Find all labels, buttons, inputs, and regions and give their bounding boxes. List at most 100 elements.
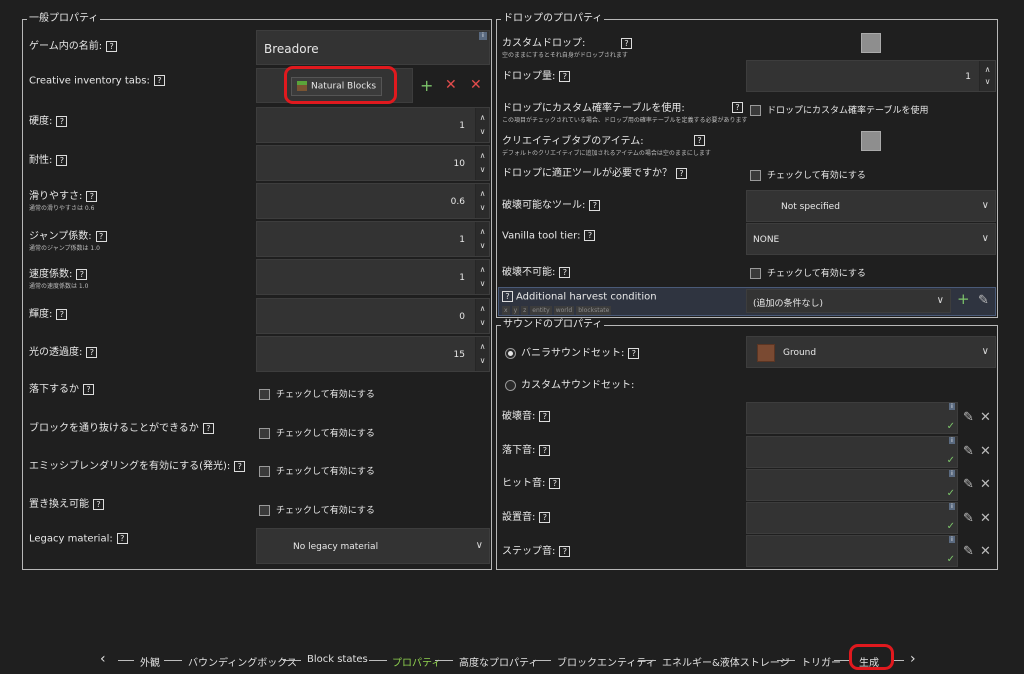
nav-step-appearance[interactable]: 外観: [140, 654, 160, 669]
help-icon[interactable]: ?: [106, 40, 118, 52]
spinner-arrows[interactable]: ∧ ∨: [979, 61, 995, 91]
emissive-checkbox[interactable]: チェックして有効にする: [259, 464, 375, 477]
add-icon[interactable]: +: [957, 292, 970, 307]
help-icon[interactable]: ?: [628, 347, 640, 359]
info-icon: i: [949, 403, 955, 410]
spinner-arrows[interactable]: ∧ ∨: [475, 337, 489, 371]
help-icon[interactable]: ?: [539, 410, 551, 422]
help-icon[interactable]: ?: [56, 308, 68, 320]
edit-icon[interactable]: ✎: [963, 445, 974, 458]
nav-step-advanced-properties[interactable]: 高度なプロパティ: [459, 654, 538, 669]
help-icon[interactable]: ?: [234, 460, 246, 472]
help-icon[interactable]: ?: [93, 498, 104, 510]
speed-spinner[interactable]: 1 ∧ ∨: [256, 259, 490, 295]
legacy-material-dropdown[interactable]: No legacy material ∨: [256, 528, 490, 564]
drop-properties-legend: ドロップのプロパティ: [503, 13, 603, 24]
remove-icon[interactable]: ✕: [445, 78, 457, 92]
nav-separator: [638, 660, 656, 661]
requires-tool-checkbox[interactable]: チェックして有効にする: [750, 168, 866, 181]
tier-dropdown[interactable]: NONE ∨: [746, 223, 996, 255]
break-sound-field[interactable]: i ✓: [746, 402, 958, 434]
help-icon[interactable]: ?: [56, 154, 68, 166]
hardness-spinner[interactable]: 1 ∧ ∨: [256, 107, 490, 143]
help-icon[interactable]: ?: [549, 477, 561, 489]
edit-icon[interactable]: ✎: [963, 478, 974, 491]
help-icon[interactable]: ?: [559, 70, 571, 82]
passable-checkbox[interactable]: チェックして有効にする: [259, 426, 375, 439]
custom-drop-slot[interactable]: [861, 33, 881, 53]
help-icon[interactable]: ?: [83, 383, 94, 395]
help-icon[interactable]: ?: [559, 545, 571, 557]
vanilla-sound-dropdown[interactable]: Ground ∨: [746, 336, 996, 368]
spinner-arrows[interactable]: ∧ ∨: [475, 299, 489, 333]
place-sound-field[interactable]: i ✓: [746, 502, 958, 534]
help-icon[interactable]: ?: [621, 38, 632, 49]
clear-icon[interactable]: ✕: [980, 545, 991, 558]
help-icon[interactable]: ?: [589, 199, 601, 211]
clear-icon[interactable]: ✕: [980, 512, 991, 525]
clear-icon[interactable]: ✕: [980, 411, 991, 424]
creative-item-slot[interactable]: [861, 131, 881, 151]
hit-sound-field[interactable]: i ✓: [746, 469, 958, 501]
nav-step-block-states[interactable]: Block states: [307, 654, 368, 665]
spinner-arrows[interactable]: ∧ ∨: [475, 146, 489, 180]
spinner-arrows[interactable]: ∧ ∨: [475, 260, 489, 294]
step-sound-field[interactable]: i ✓: [746, 535, 958, 567]
edit-icon[interactable]: ✎: [963, 512, 974, 525]
name-input[interactable]: Breadore i: [256, 30, 490, 65]
help-icon[interactable]: ?: [539, 444, 551, 456]
help-icon[interactable]: ?: [539, 511, 551, 523]
info-icon: i: [949, 470, 955, 477]
edit-icon[interactable]: ✎: [963, 411, 974, 424]
vanilla-sound-radio[interactable]: バニラサウンドセット:?: [505, 344, 640, 359]
unbreakable-checkbox[interactable]: チェックして有効にする: [750, 266, 866, 279]
custom-sound-radio[interactable]: カスタムサウンドセット:: [505, 376, 634, 391]
help-icon[interactable]: ?: [86, 346, 98, 358]
light-opacity-spinner[interactable]: 15 ∧ ∨: [256, 336, 490, 372]
clear-icon[interactable]: ✕: [980, 478, 991, 491]
resistance-spinner[interactable]: 10 ∧ ∨: [256, 145, 490, 181]
requires-tool-label: ドロップに適正ツールが必要ですか？?: [502, 164, 687, 179]
drop-amount-spinner[interactable]: 1 ∧ ∨: [746, 60, 996, 92]
clear-icon[interactable]: ✕: [470, 78, 482, 92]
add-icon[interactable]: +: [420, 78, 433, 94]
spinner-arrows[interactable]: ∧ ∨: [475, 184, 489, 218]
tool-dropdown[interactable]: Not specified ∨: [746, 190, 996, 222]
slipperiness-spinner[interactable]: 0.6 ∧ ∨: [256, 183, 490, 219]
edit-icon[interactable]: ✎: [978, 294, 989, 307]
nav-step-energy-fluid[interactable]: エネルギー&液体ストレージ: [662, 654, 790, 669]
jump-spinner[interactable]: 1 ∧ ∨: [256, 221, 490, 257]
replaceable-checkbox[interactable]: チェックして有効にする: [259, 503, 375, 516]
help-icon[interactable]: ?: [56, 115, 68, 127]
prev-chevron-icon[interactable]: ‹: [100, 651, 106, 667]
nav-step-triggers[interactable]: トリガー: [801, 654, 841, 669]
help-icon[interactable]: ?: [732, 102, 743, 113]
step-sound-label: ステップ音:?: [502, 542, 571, 557]
tag-world: world: [553, 306, 575, 315]
help-icon[interactable]: ?: [76, 268, 88, 280]
gravity-checkbox[interactable]: チェックして有効にする: [259, 387, 375, 400]
next-chevron-icon[interactable]: ›: [910, 651, 916, 667]
help-icon[interactable]: ?: [694, 135, 705, 146]
help-icon[interactable]: ?: [202, 422, 214, 434]
luminance-spinner[interactable]: 0 ∧ ∨: [256, 298, 490, 334]
help-icon[interactable]: ?: [584, 230, 596, 241]
nav-step-bounding-box[interactable]: バウンディングボックス: [188, 654, 297, 669]
spinner-arrows[interactable]: ∧ ∨: [475, 108, 489, 142]
help-icon[interactable]: ?: [116, 533, 128, 544]
help-icon[interactable]: ?: [676, 167, 687, 179]
highlight-ring: [284, 66, 397, 104]
loot-table-checkbox[interactable]: ドロップにカスタム確率テーブルを使用: [750, 103, 928, 116]
edit-icon[interactable]: ✎: [963, 545, 974, 558]
help-icon[interactable]: ?: [153, 75, 165, 86]
clear-icon[interactable]: ✕: [980, 445, 991, 458]
help-icon[interactable]: ?: [559, 266, 571, 278]
help-icon[interactable]: ?: [502, 291, 513, 302]
spinner-arrows[interactable]: ∧ ∨: [475, 222, 489, 256]
nav-step-properties[interactable]: プロパティ: [392, 654, 441, 669]
nav-step-block-entity[interactable]: ブロックエンティティ: [557, 654, 656, 669]
harvest-condition-dropdown[interactable]: (追加の条件なし) ∨: [746, 289, 951, 313]
help-icon[interactable]: ?: [95, 230, 107, 242]
help-icon[interactable]: ?: [86, 190, 98, 202]
fall-sound-field[interactable]: i ✓: [746, 436, 958, 468]
